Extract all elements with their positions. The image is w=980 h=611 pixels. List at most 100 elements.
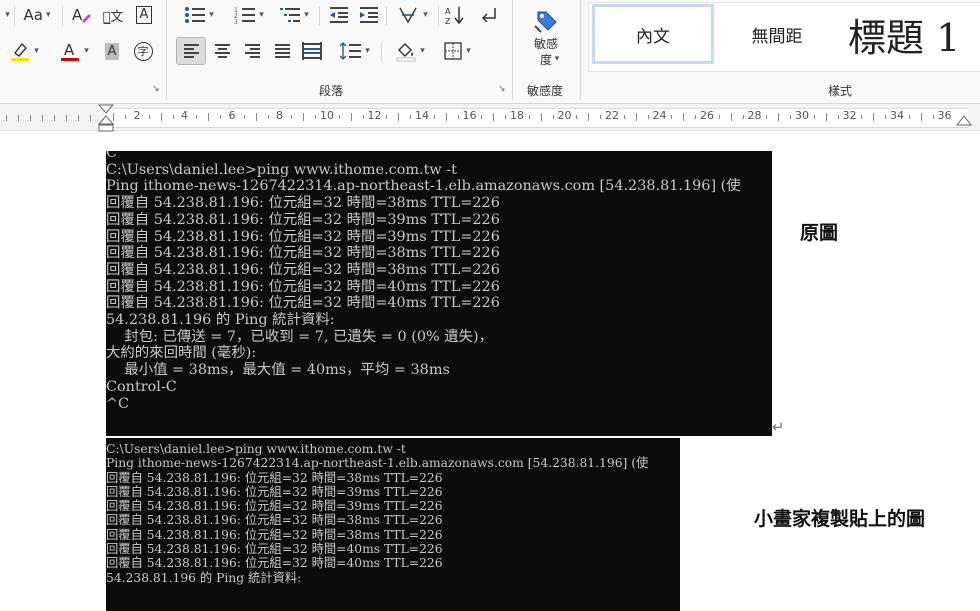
console-line: 回覆自 54.238.81.196: 位元組=32 時間=39ms TTL=22… <box>106 484 443 499</box>
ruler-tick <box>315 115 317 119</box>
ruler-tick <box>160 113 162 121</box>
increase-indent-button[interactable] <box>356 2 382 28</box>
paragraph-dialog-launcher-icon[interactable]: ↘ <box>498 84 506 94</box>
console-line: Control-C <box>106 378 177 395</box>
clear-formatting-button[interactable]: A <box>68 2 94 28</box>
justify-button[interactable] <box>268 38 296 64</box>
style-heading-1[interactable]: 標題 1 <box>840 4 978 64</box>
ruler-number: 36 <box>937 109 952 122</box>
sort-button[interactable]: AZ <box>442 2 468 28</box>
right-indent-marker-icon[interactable] <box>955 114 973 128</box>
numbering-button[interactable]: 1 2 3 ▾ <box>226 2 272 28</box>
ruler-tick <box>303 113 305 121</box>
ruler-tick <box>54 115 55 121</box>
multilevel-list-button[interactable]: ▾ <box>274 2 314 28</box>
ruler-number: 22 <box>605 109 619 122</box>
ruler-tick <box>362 115 364 119</box>
style-normal[interactable]: 內文 <box>592 4 714 64</box>
line-spacing-button[interactable]: ▾ <box>334 38 376 64</box>
change-case-button[interactable]: Aa ▾ <box>18 2 56 28</box>
ruler-number: 14 <box>415 109 429 122</box>
svg-text:3: 3 <box>234 19 238 24</box>
phonetic-guide-icon: 中̲文 <box>102 9 124 25</box>
ruler-tick <box>837 115 839 119</box>
align-right-icon <box>244 42 260 60</box>
console-line: 54.238.81.196 的 Ping 統計資料: <box>106 312 335 329</box>
ruler-tick <box>718 115 720 119</box>
console-line: 封包: 已傳送 = 7，已收到 = 7, 已遺失 = 0 (0% 遺失)， <box>106 328 494 345</box>
console-line: Ping ithome-news-1267422314.ap-northeast… <box>106 456 649 471</box>
character-shading-button[interactable]: A <box>100 38 124 64</box>
console-line: ^C <box>106 395 130 412</box>
ruler-tick <box>695 115 697 119</box>
ruler-tick <box>576 115 578 119</box>
ruler-tick <box>398 113 400 121</box>
styles-group-label: 樣式 <box>827 84 852 98</box>
bullets-button[interactable]: ▾ <box>176 2 222 28</box>
align-right-button[interactable] <box>238 38 266 64</box>
console-line: 回覆自 54.238.81.196: 位元組=32 時間=40ms TTL=22… <box>106 542 443 557</box>
ruler-number: 6 <box>228 109 236 122</box>
ruler-number: 26 <box>700 109 714 122</box>
console-line: 回覆自 54.238.81.196: 位元組=32 時間=38ms TTL=22… <box>106 527 443 542</box>
ruler-tick <box>208 113 210 121</box>
align-center-icon <box>214 42 230 60</box>
ruler-tick <box>30 115 31 121</box>
distributed-button[interactable] <box>298 38 326 64</box>
ruler-tick <box>505 115 507 119</box>
divider <box>386 6 387 26</box>
ruler-tick <box>220 115 222 119</box>
divider <box>438 6 439 26</box>
ruler-tick <box>125 115 127 119</box>
ruler-number: 10 <box>320 109 334 122</box>
style-no-spacing[interactable]: 無間距 <box>716 4 838 64</box>
ruler-tick <box>481 115 483 119</box>
style-no-spacing-label: 無間距 <box>751 26 803 47</box>
highlight-pen-icon <box>11 42 30 61</box>
console-line: 回覆自 54.238.81.196: 位元組=32 時間=39ms TTL=22… <box>106 499 443 514</box>
align-center-button[interactable] <box>208 38 236 64</box>
ruler-tick <box>552 115 554 119</box>
align-left-button[interactable] <box>176 37 206 65</box>
ruler-tick <box>42 115 43 121</box>
ruler-tick <box>267 115 269 119</box>
font-color-icon: A <box>61 41 80 61</box>
font-dialog-launcher-icon[interactable]: ↘ <box>152 84 160 94</box>
enclose-characters-button[interactable]: 字 <box>130 38 156 64</box>
decrease-indent-icon <box>330 7 348 23</box>
console-line: 54.238.81.196 的 Ping 統計資料: <box>106 570 302 585</box>
ruler-tick <box>813 115 815 119</box>
ruler-tick <box>18 115 19 121</box>
horizontal-ruler[interactable]: 2 4 6 8 10 12 14 16 18 20 22 24 26 28 30 32 34 36 <box>0 104 980 134</box>
ruler-tick <box>623 115 625 119</box>
ruler-tick <box>6 115 7 121</box>
show-hide-marks-button[interactable] <box>476 2 502 28</box>
ruler-tick <box>635 113 637 121</box>
sensitivity-tag-icon <box>534 11 557 33</box>
ruler-tick <box>350 113 352 121</box>
console-line: 回覆自 54.238.81.196: 位元組=32 時間=39ms TTL=22… <box>106 211 500 228</box>
ruler-tick <box>671 115 673 119</box>
font-color-button[interactable]: A ▾ <box>52 38 96 64</box>
ruler-tick <box>243 115 245 119</box>
ruler-tick <box>90 115 91 121</box>
ruler-tick <box>291 115 293 119</box>
paragraph-group-label: 段落 <box>318 84 343 98</box>
font-size-dropdown-caret[interactable]: ▾ <box>0 2 12 28</box>
ruler-number: 4 <box>181 109 188 122</box>
indent-markers-icon[interactable] <box>97 104 115 134</box>
decrease-indent-button[interactable] <box>326 2 352 28</box>
text-direction-button[interactable]: ▾ <box>392 2 434 28</box>
borders-icon <box>444 42 462 60</box>
borders-button[interactable]: ▾ <box>436 38 478 64</box>
ruler-number: 30 <box>795 109 809 122</box>
sensitivity-button[interactable]: 敏感 度 ▾ <box>520 0 572 72</box>
paragraph-shading-button[interactable]: ▾ <box>388 38 432 64</box>
ruler-tick <box>528 115 530 119</box>
phonetic-guide-button[interactable]: 中̲文 <box>100 2 126 28</box>
highlight-color-button[interactable]: ▾ <box>2 38 46 64</box>
console-line: 回覆自 54.238.81.196: 位元組=32 時間=38ms TTL=22… <box>106 195 500 212</box>
character-border-button[interactable]: A <box>132 2 156 28</box>
group-divider <box>512 0 513 100</box>
caption-pasted: 小畫家複製貼上的圖 <box>754 508 926 530</box>
